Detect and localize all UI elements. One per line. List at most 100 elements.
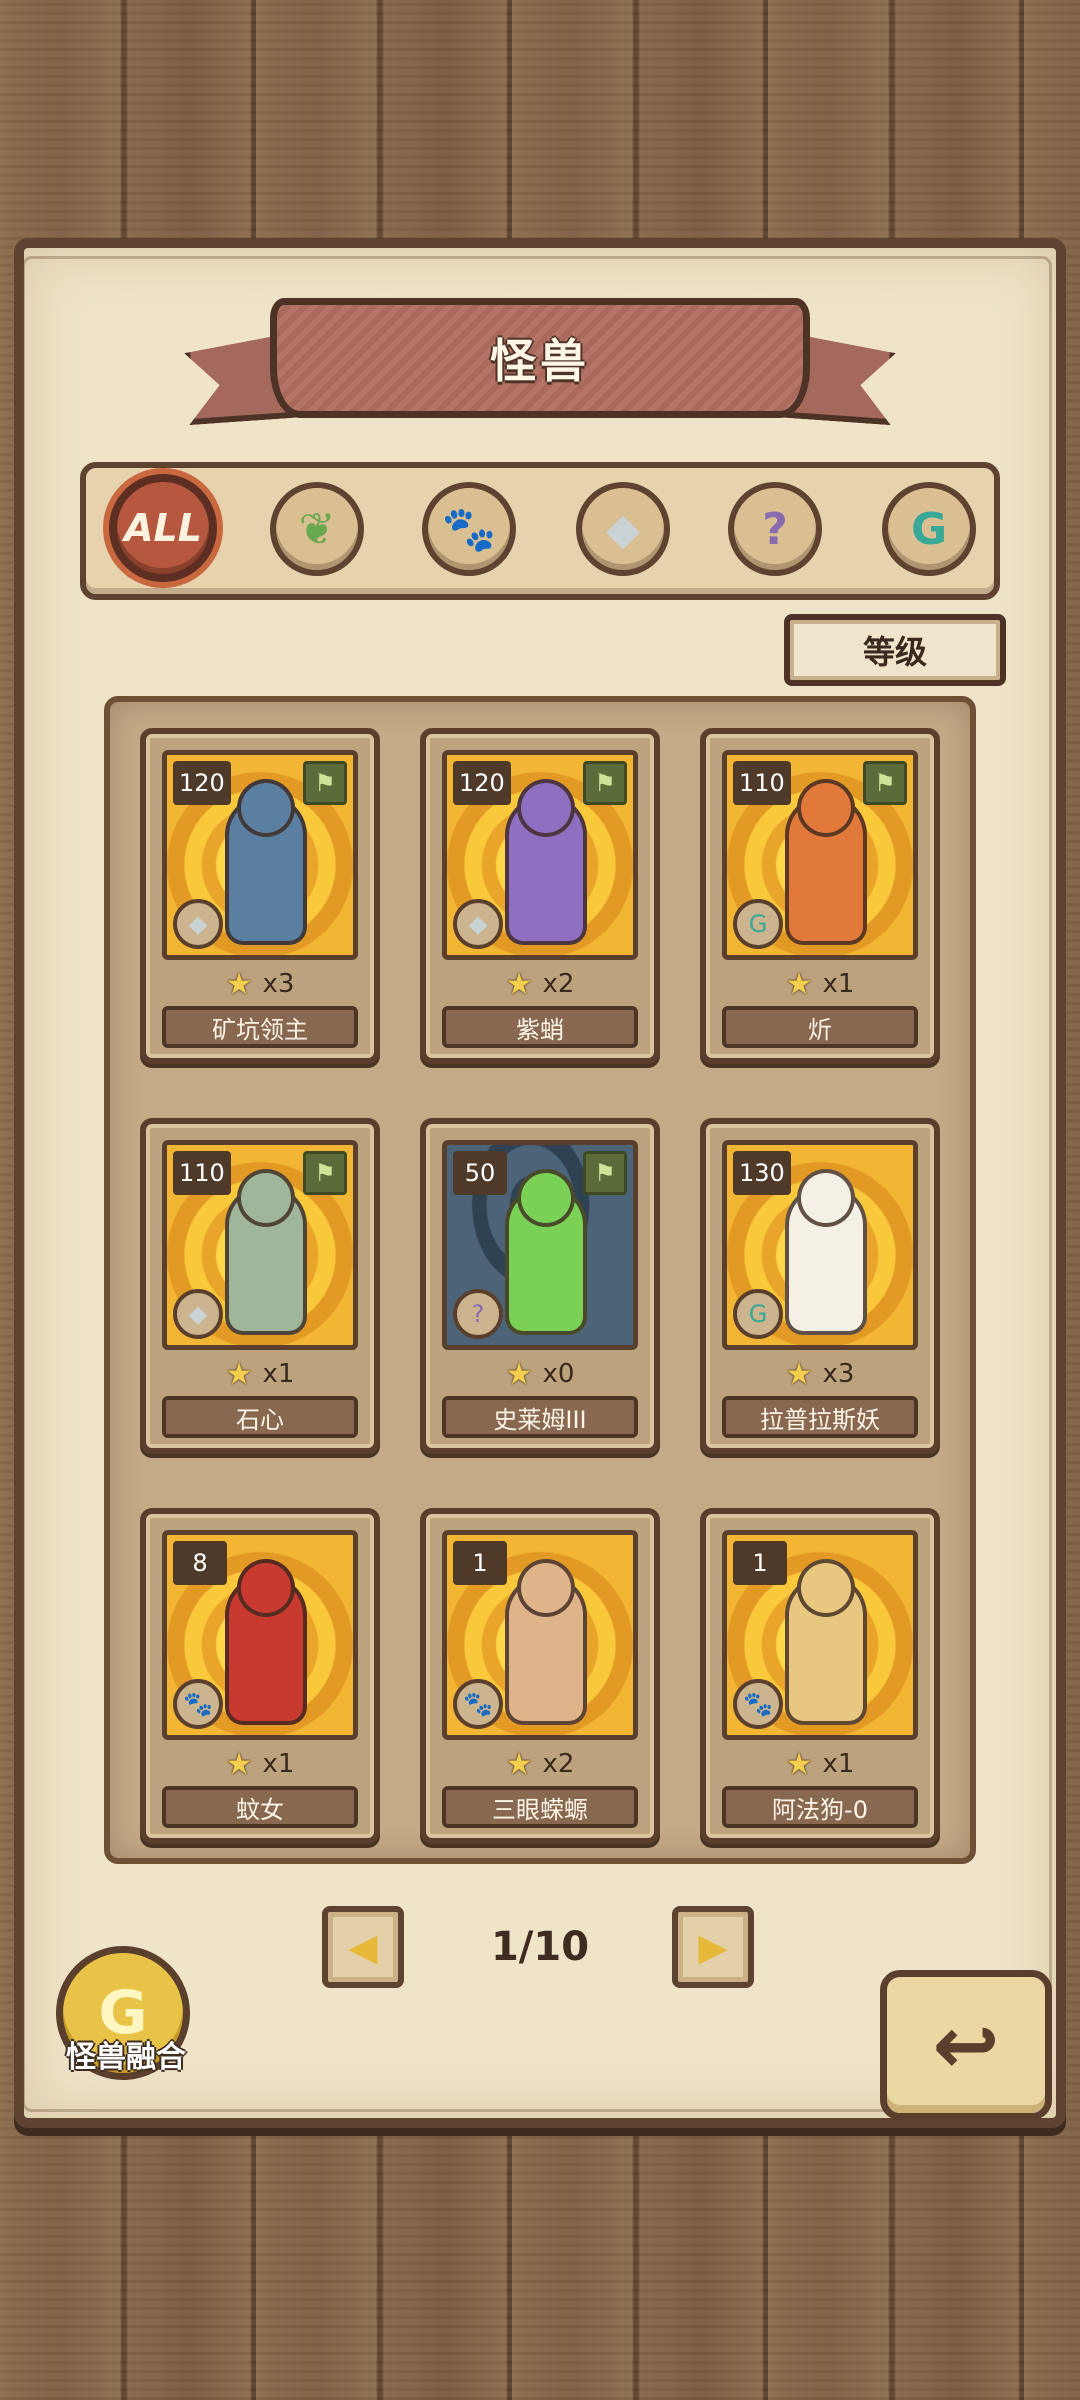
monster-portrait: 110 ⚑ G <box>722 750 918 960</box>
paw-icon: 🐾 <box>173 1679 223 1729</box>
star-icon: ★ <box>785 1746 813 1782</box>
filter-leaf-button[interactable]: ❦ <box>270 482 364 576</box>
count-value: x2 <box>542 1749 575 1779</box>
all-icon: ALL <box>124 506 202 550</box>
monster-name: 蚊女 <box>162 1786 358 1828</box>
flag-icon: ⚑ <box>583 1151 627 1195</box>
filter-bar <box>80 462 1000 600</box>
monster-card[interactable]: 130 G ★ x3 拉普拉斯妖 <box>700 1118 940 1454</box>
monster-card[interactable]: 50 ⚑? ★ x0 史莱姆III <box>420 1118 660 1454</box>
question-icon: ? <box>453 1289 503 1339</box>
count-value: x0 <box>542 1359 575 1389</box>
filter-all-button[interactable]: ALL <box>109 474 217 582</box>
monster-head <box>797 1559 855 1617</box>
filter-spiral-button[interactable]: G <box>882 482 976 576</box>
monster-head <box>237 1169 295 1227</box>
owned-count: ★ x3 <box>706 1356 934 1392</box>
monster-card[interactable]: 1 🐾 ★ x1 阿法狗-0 <box>700 1508 940 1844</box>
page-indicator: 1/10 <box>490 1924 590 1970</box>
level-badge: 110 <box>173 1151 231 1195</box>
owned-count: ★ x1 <box>706 1746 934 1782</box>
filter-question-button[interactable]: ? <box>728 482 822 576</box>
star-icon: ★ <box>785 1356 813 1392</box>
paw-icon: 🐾 <box>441 504 497 555</box>
monster-portrait: 120 ⚑ ◆ <box>162 750 358 960</box>
count-value: x2 <box>542 969 575 999</box>
chevron-left-icon: ◀ <box>348 1925 378 1969</box>
level-badge: 1 <box>453 1541 507 1585</box>
spiral-icon: G <box>910 503 948 555</box>
level-badge: 120 <box>173 761 231 805</box>
monster-portrait: 8 🐾 <box>162 1530 358 1740</box>
owned-count: ★ x2 <box>426 966 654 1002</box>
monster-name: 炘 <box>722 1006 918 1048</box>
star-icon: ★ <box>785 966 813 1002</box>
count-value: x3 <box>262 969 295 999</box>
back-button[interactable]: ↩ <box>880 1970 1052 2120</box>
page-title: 怪兽 <box>490 334 590 388</box>
monster-head <box>237 1559 295 1617</box>
filter-paw-button[interactable]: 🐾 <box>422 482 516 576</box>
monster-card[interactable]: 120 ⚑ ◆ ★ x3 矿坑领主 <box>140 728 380 1064</box>
leaf-icon: ❦ <box>298 503 336 555</box>
monster-portrait: 110 ⚑ ◆ <box>162 1140 358 1350</box>
monster-portrait: 1 🐾 <box>722 1530 918 1740</box>
monster-card[interactable]: 110 ⚑ G ★ x1 炘 <box>700 728 940 1064</box>
star-icon: ★ <box>225 1356 253 1392</box>
monster-head <box>517 1169 575 1227</box>
crystal-icon: ◆ <box>453 899 503 949</box>
monster-name: 紫蛸 <box>442 1006 638 1048</box>
paw-icon: 🐾 <box>453 1679 503 1729</box>
level-badge: 110 <box>733 761 791 805</box>
chevron-right-icon: ▶ <box>698 1925 728 1969</box>
monster-card[interactable]: 1 🐾 ★ x2 三眼蝾螈 <box>420 1508 660 1844</box>
flag-icon: ⚑ <box>583 761 627 805</box>
crystal-icon: ◆ <box>606 503 640 555</box>
monster-portrait: 120 ⚑ ◆ <box>442 750 638 960</box>
title-ribbon: 怪兽 <box>270 298 810 418</box>
level-badge: 120 <box>453 761 511 805</box>
sort-level-button[interactable]: 等级 <box>784 614 1006 686</box>
monster-head <box>517 1559 575 1617</box>
level-badge: 1 <box>733 1541 787 1585</box>
flag-icon: ⚑ <box>303 761 347 805</box>
level-badge: 50 <box>453 1151 507 1195</box>
next-page-button[interactable]: ▶ <box>672 1906 754 1988</box>
count-value: x1 <box>262 1749 295 1779</box>
level-badge: 130 <box>733 1151 791 1195</box>
monster-card[interactable]: 8 🐾 ★ x1 蚊女 <box>140 1508 380 1844</box>
monster-head <box>797 1169 855 1227</box>
monster-card[interactable]: 110 ⚑ ◆ ★ x1 石心 <box>140 1118 380 1454</box>
count-value: x1 <box>822 1749 855 1779</box>
level-badge: 8 <box>173 1541 227 1585</box>
owned-count: ★ x0 <box>426 1356 654 1392</box>
count-value: x3 <box>822 1359 855 1389</box>
monster-fusion-label: 怪兽融合 <box>66 2040 186 2075</box>
count-value: x1 <box>262 1359 295 1389</box>
paw-icon: 🐾 <box>733 1679 783 1729</box>
monster-portrait: 1 🐾 <box>442 1530 638 1740</box>
spiral-icon: G <box>733 1289 783 1339</box>
monster-name: 矿坑领主 <box>162 1006 358 1048</box>
filter-crystal-button[interactable]: ◆ <box>576 482 670 576</box>
monster-name: 拉普拉斯妖 <box>722 1396 918 1438</box>
flag-icon: ⚑ <box>863 761 907 805</box>
crystal-icon: ◆ <box>173 1289 223 1339</box>
prev-page-button[interactable]: ◀ <box>322 1906 404 1988</box>
monster-head <box>797 779 855 837</box>
owned-count: ★ x1 <box>706 966 934 1002</box>
monster-name: 石心 <box>162 1396 358 1438</box>
spiral-icon: G <box>733 899 783 949</box>
monster-head <box>517 779 575 837</box>
star-icon: ★ <box>225 966 253 1002</box>
monster-card[interactable]: 120 ⚑ ◆ ★ x2 紫蛸 <box>420 728 660 1064</box>
flag-icon: ⚑ <box>303 1151 347 1195</box>
question-icon: ? <box>762 503 788 555</box>
star-icon: ★ <box>505 1746 533 1782</box>
star-icon: ★ <box>505 1356 533 1392</box>
monster-name: 史莱姆III <box>442 1396 638 1438</box>
monster-head <box>237 779 295 837</box>
star-icon: ★ <box>225 1746 253 1782</box>
monster-portrait: 130 G <box>722 1140 918 1350</box>
monster-name: 阿法狗-0 <box>722 1786 918 1828</box>
